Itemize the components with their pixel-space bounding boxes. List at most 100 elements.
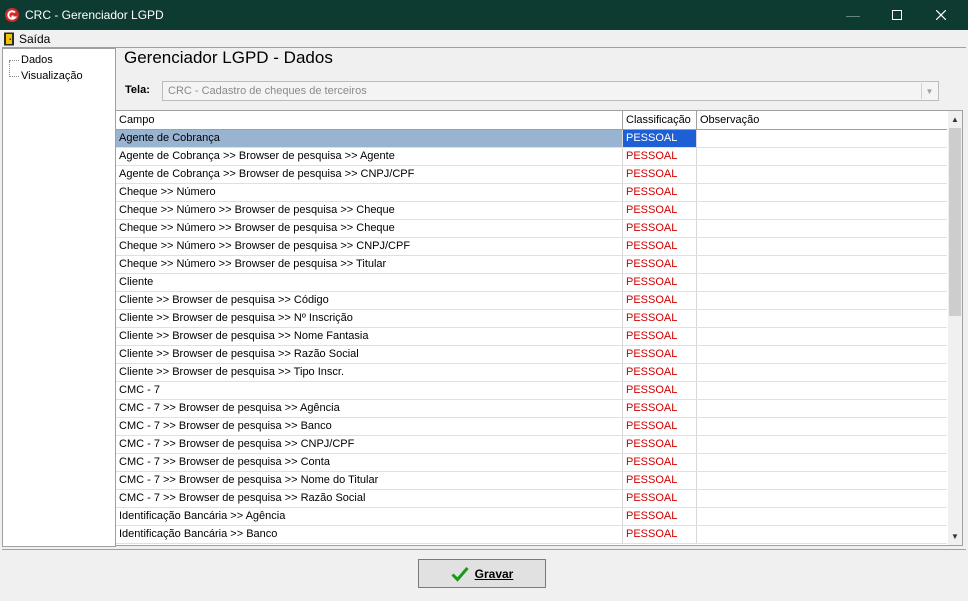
cell-classificacao[interactable]: PESSOAL <box>623 202 697 219</box>
table-row[interactable]: Cliente >> Browser de pesquisa >> Razão … <box>116 346 947 364</box>
cell-observacao[interactable] <box>697 238 947 255</box>
cell-classificacao[interactable]: PESSOAL <box>623 166 697 183</box>
cell-campo[interactable]: Cliente >> Browser de pesquisa >> Nome F… <box>116 328 623 345</box>
cell-observacao[interactable] <box>697 292 947 309</box>
cell-classificacao[interactable]: PESSOAL <box>623 364 697 381</box>
table-row[interactable]: CMC - 7 >> Browser de pesquisa >> Banco P… <box>116 418 947 436</box>
table-row[interactable]: CMC - 7 >> Browser de pesquisa >> CNPJ/C… <box>116 436 947 454</box>
tela-select[interactable]: CRC - Cadastro de cheques de terceiros ▼ <box>162 81 939 101</box>
table-row[interactable]: CMC - 7 PESSOAL <box>116 382 947 400</box>
cell-campo[interactable]: Cheque >> Número >> Browser de pesquisa … <box>116 220 623 237</box>
cell-observacao[interactable] <box>697 490 947 507</box>
cell-classificacao[interactable]: PESSOAL <box>623 490 697 507</box>
scroll-up-icon[interactable]: ▲ <box>948 111 962 128</box>
scroll-down-icon[interactable]: ▼ <box>948 528 962 545</box>
vertical-scrollbar[interactable]: ▲ ▼ <box>948 111 962 545</box>
table-row[interactable]: Cliente >> Browser de pesquisa >> Nome F… <box>116 328 947 346</box>
cell-classificacao[interactable]: PESSOAL <box>623 274 697 291</box>
table-row[interactable]: Cliente >> Browser de pesquisa >> Nº Ins… <box>116 310 947 328</box>
tree-item-visualizacao[interactable]: Visualização <box>9 70 83 82</box>
cell-observacao[interactable] <box>697 328 947 345</box>
cell-classificacao[interactable]: PESSOAL <box>623 526 697 543</box>
cell-campo[interactable]: Agente de Cobrança >> Browser de pesquis… <box>116 148 623 165</box>
table-row[interactable]: CMC - 7 >> Browser de pesquisa >> Nome d… <box>116 472 947 490</box>
cell-observacao[interactable] <box>697 310 947 327</box>
table-row[interactable]: Cheque >> Número >> Browser de pesquisa … <box>116 202 947 220</box>
cell-campo[interactable]: CMC - 7 >> Browser de pesquisa >> CNPJ/C… <box>116 436 623 453</box>
cell-campo[interactable]: CMC - 7 <box>116 382 623 399</box>
save-button[interactable]: Gravar <box>418 559 546 588</box>
cell-observacao[interactable] <box>697 256 947 273</box>
column-header-observacao[interactable]: Observação <box>697 111 947 129</box>
cell-classificacao[interactable]: PESSOAL <box>623 382 697 399</box>
table-row[interactable]: Cheque >> Número >> Browser de pesquisa … <box>116 220 947 238</box>
cell-campo[interactable]: Cliente >> Browser de pesquisa >> Tipo I… <box>116 364 623 381</box>
table-row[interactable]: CMC - 7 >> Browser de pesquisa >> Agênci… <box>116 400 947 418</box>
table-row[interactable]: Agente de Cobrança >> Browser de pesquis… <box>116 166 947 184</box>
cell-classificacao[interactable]: PESSOAL <box>623 238 697 255</box>
table-row[interactable]: Cheque >> Número >> Browser de pesquisa … <box>116 256 947 274</box>
cell-classificacao[interactable]: PESSOAL <box>623 256 697 273</box>
table-row[interactable]: Identificação Bancária >> Agência PESSOAL <box>116 508 947 526</box>
close-button[interactable] <box>918 0 964 30</box>
cell-campo[interactable]: CMC - 7 >> Browser de pesquisa >> Nome d… <box>116 472 623 489</box>
cell-campo[interactable]: Agente de Cobrança >> Browser de pesquis… <box>116 166 623 183</box>
tree-item-dados[interactable]: Dados <box>9 54 53 66</box>
cell-campo[interactable]: Cheque >> Número >> Browser de pesquisa … <box>116 202 623 219</box>
cell-classificacao[interactable]: PESSOAL <box>623 220 697 237</box>
menu-exit[interactable]: Saída <box>3 31 50 46</box>
cell-observacao[interactable] <box>697 418 947 435</box>
cell-classificacao[interactable]: PESSOAL <box>623 130 697 147</box>
cell-campo[interactable]: Cliente >> Browser de pesquisa >> Razão … <box>116 346 623 363</box>
cell-classificacao[interactable]: PESSOAL <box>623 346 697 363</box>
cell-campo[interactable]: Cheque >> Número >> Browser de pesquisa … <box>116 256 623 273</box>
cell-classificacao[interactable]: PESSOAL <box>623 454 697 471</box>
cell-campo[interactable]: Cliente >> Browser de pesquisa >> Nº Ins… <box>116 310 623 327</box>
cell-observacao[interactable] <box>697 436 947 453</box>
cell-observacao[interactable] <box>697 148 947 165</box>
minimize-button[interactable]: — <box>830 0 876 30</box>
cell-classificacao[interactable]: PESSOAL <box>623 508 697 525</box>
cell-classificacao[interactable]: PESSOAL <box>623 184 697 201</box>
cell-classificacao[interactable]: PESSOAL <box>623 292 697 309</box>
cell-campo[interactable]: CMC - 7 >> Browser de pesquisa >> Agênci… <box>116 400 623 417</box>
cell-observacao[interactable] <box>697 184 947 201</box>
table-row[interactable]: Agente de Cobrança PESSOAL <box>116 130 947 148</box>
table-row[interactable]: Agente de Cobrança >> Browser de pesquis… <box>116 148 947 166</box>
cell-campo[interactable]: CMC - 7 >> Browser de pesquisa >> Razão … <box>116 490 623 507</box>
chevron-down-icon[interactable]: ▼ <box>921 83 937 99</box>
cell-campo[interactable]: Cheque >> Número <box>116 184 623 201</box>
table-row[interactable]: Cliente >> Browser de pesquisa >> Código… <box>116 292 947 310</box>
column-header-classificacao[interactable]: Classificação <box>623 111 697 129</box>
cell-classificacao[interactable]: PESSOAL <box>623 436 697 453</box>
table-row[interactable]: CMC - 7 >> Browser de pesquisa >> Conta P… <box>116 454 947 472</box>
scroll-thumb[interactable] <box>949 128 961 316</box>
cell-observacao[interactable] <box>697 508 947 525</box>
cell-campo[interactable]: CMC - 7 >> Browser de pesquisa >> Conta <box>116 454 623 471</box>
cell-campo[interactable]: Cliente <box>116 274 623 291</box>
cell-classificacao[interactable]: PESSOAL <box>623 400 697 417</box>
cell-classificacao[interactable]: PESSOAL <box>623 328 697 345</box>
cell-classificacao[interactable]: PESSOAL <box>623 418 697 435</box>
cell-observacao[interactable] <box>697 526 947 543</box>
cell-classificacao[interactable]: PESSOAL <box>623 310 697 327</box>
table-row[interactable]: CMC - 7 >> Browser de pesquisa >> Razão … <box>116 490 947 508</box>
table-row[interactable]: Cliente >> Browser de pesquisa >> Tipo I… <box>116 364 947 382</box>
cell-campo[interactable]: Identificação Bancária >> Agência <box>116 508 623 525</box>
maximize-button[interactable] <box>874 0 920 30</box>
cell-campo[interactable]: Identificação Bancária >> Banco <box>116 526 623 543</box>
cell-observacao[interactable] <box>697 382 947 399</box>
cell-campo[interactable]: Agente de Cobrança <box>116 130 623 147</box>
column-header-campo[interactable]: Campo <box>116 111 623 129</box>
table-row[interactable]: Cheque >> Número PESSOAL <box>116 184 947 202</box>
cell-classificacao[interactable]: PESSOAL <box>623 148 697 165</box>
cell-observacao[interactable] <box>697 130 947 147</box>
cell-campo[interactable]: Cheque >> Número >> Browser de pesquisa … <box>116 238 623 255</box>
cell-observacao[interactable] <box>697 202 947 219</box>
table-row[interactable]: Cheque >> Número >> Browser de pesquisa … <box>116 238 947 256</box>
cell-classificacao[interactable]: PESSOAL <box>623 472 697 489</box>
cell-observacao[interactable] <box>697 346 947 363</box>
table-row[interactable]: Cliente PESSOAL <box>116 274 947 292</box>
cell-observacao[interactable] <box>697 454 947 471</box>
cell-campo[interactable]: Cliente >> Browser de pesquisa >> Código <box>116 292 623 309</box>
